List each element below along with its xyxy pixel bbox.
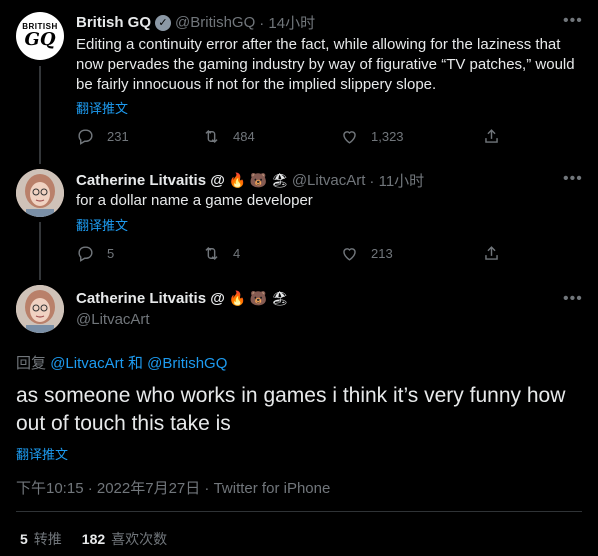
tweet-header: British GQ ✓ @BritishGQ · 14小时 — [76, 12, 315, 33]
avatar[interactable]: BRITISH GQ — [16, 12, 64, 60]
display-name[interactable]: Catherine Litvaitis @ — [76, 172, 225, 189]
beach-emoji: 🏖 — [270, 172, 289, 188]
mention-link[interactable]: @LitvacArt — [50, 355, 124, 372]
reply-count: 231 — [107, 129, 129, 144]
avatar[interactable] — [16, 285, 64, 333]
display-name[interactable]: Catherine Litvaitis @ — [76, 290, 225, 307]
display-name[interactable]: British GQ — [76, 14, 151, 31]
logo-text: GQ — [24, 29, 56, 50]
heart-icon — [343, 248, 356, 261]
reply-button[interactable]: 231 — [76, 127, 129, 146]
retweet-count: 4 — [233, 246, 241, 261]
thread-connector — [39, 222, 41, 280]
like-button[interactable]: 213 — [340, 244, 393, 263]
reply-context: 回复 @LitvacArt 和 @BritishGQ — [16, 352, 227, 373]
like-stat[interactable]: 182 喜欢次数 — [82, 529, 167, 549]
retweet-icon — [205, 129, 218, 144]
share-button[interactable] — [482, 127, 501, 146]
profile-photo — [16, 169, 64, 217]
mention-link[interactable]: @BritishGQ — [147, 355, 227, 372]
retweet-icon — [205, 246, 218, 261]
tweet-actions: 231 484 1,323 — [76, 127, 586, 147]
timestamp[interactable]: · 14小时 — [259, 12, 315, 33]
more-options-icon[interactable]: ••• — [563, 291, 583, 307]
retweet-stat[interactable]: 5 转推 — [20, 529, 62, 549]
tweet-header: Catherine Litvaitis @ 🔥 🐻 🏖 — [76, 290, 289, 307]
retweet-count: 484 — [233, 129, 255, 144]
handle[interactable]: @LitvacArt — [76, 311, 150, 328]
verified-icon: ✓ — [155, 14, 172, 31]
reply-and: 和 — [127, 355, 143, 372]
reply-icon — [78, 246, 93, 262]
share-icon — [485, 129, 498, 143]
share-icon — [485, 246, 498, 260]
like-count: 182 — [81, 531, 106, 547]
timestamp[interactable]: 下午10:15 · 2022年7月27日 · Twitter for iPhon… — [16, 477, 330, 498]
timestamp[interactable]: · 11小时 — [369, 170, 424, 191]
like-label: 喜欢次数 — [111, 531, 168, 547]
more-options-icon[interactable]: ••• — [563, 171, 583, 187]
reply-icon — [78, 129, 93, 145]
beach-emoji: 🏖 — [270, 290, 289, 306]
divider — [16, 511, 582, 512]
handle[interactable]: @BritishGQ — [175, 14, 255, 31]
bear-emoji: 🐻 — [249, 172, 268, 188]
tweet-header: Catherine Litvaitis @ 🔥 🐻 🏖 @LitvacArt ·… — [76, 170, 424, 191]
translate-link[interactable]: 翻译推文 — [76, 215, 128, 234]
retweet-button[interactable]: 4 — [202, 244, 240, 263]
tweet-actions: 5 4 213 — [76, 244, 586, 264]
share-button[interactable] — [482, 244, 501, 263]
bear-emoji: 🐻 — [249, 290, 268, 306]
tweet-text: Editing a continuity error after the fac… — [76, 36, 575, 93]
engagement-stats: 5 转推 182 喜欢次数 — [20, 529, 167, 549]
translate-link[interactable]: 翻译推文 — [76, 98, 128, 117]
like-button[interactable]: 1,323 — [340, 127, 404, 146]
profile-photo — [16, 285, 64, 333]
fire-emoji: 🔥 — [228, 172, 247, 188]
tweet-text: as someone who works in games i think it… — [16, 384, 566, 435]
like-count: 213 — [371, 246, 393, 261]
tweet-thread: BRITISH GQ British GQ ✓ @BritishGQ · 14小… — [0, 0, 598, 556]
heart-icon — [343, 131, 356, 144]
more-options-icon[interactable]: ••• — [563, 13, 583, 29]
thread-connector — [39, 66, 41, 164]
reply-button[interactable]: 5 — [76, 244, 114, 263]
tweet-text: for a dollar name a game developer — [76, 192, 313, 209]
retweet-button[interactable]: 484 — [202, 127, 255, 146]
reply-prefix: 回复 — [16, 355, 47, 372]
handle[interactable]: @LitvacArt — [292, 172, 366, 189]
fire-emoji: 🔥 — [228, 290, 247, 306]
like-count: 1,323 — [371, 129, 404, 144]
retweet-count: 5 — [20, 531, 28, 547]
translate-link[interactable]: 翻译推文 — [16, 444, 68, 463]
avatar[interactable] — [16, 169, 64, 217]
retweet-label: 转推 — [33, 531, 62, 547]
reply-count: 5 — [107, 246, 115, 261]
